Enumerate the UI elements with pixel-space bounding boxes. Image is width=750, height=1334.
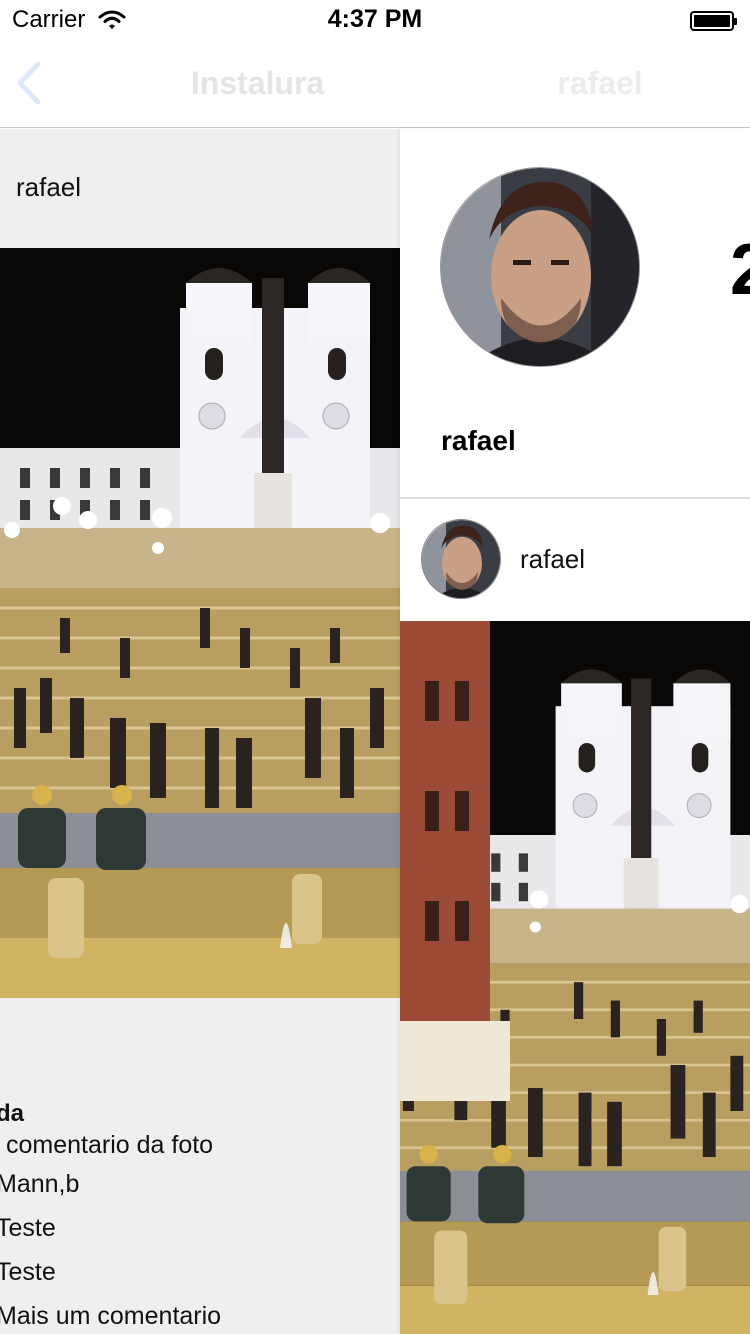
caption-text: comentario da foto bbox=[6, 1131, 214, 1159]
post-photo[interactable] bbox=[0, 248, 400, 998]
comment-item: Teste bbox=[0, 1258, 56, 1286]
post-header-username[interactable]: rafael bbox=[16, 172, 81, 203]
post-caption: da comentario da foto Mann,b Teste Teste… bbox=[0, 1099, 396, 1334]
previous-screen-title: Instalura bbox=[190, 65, 325, 101]
caption-username[interactable]: da bbox=[0, 1099, 396, 1129]
page-title: rafael bbox=[557, 65, 643, 101]
navigation-bar: Instalura rafael bbox=[0, 40, 750, 128]
post-photo[interactable] bbox=[400, 621, 750, 1334]
comment-item: Mais um comentario bbox=[0, 1302, 222, 1330]
profile-screen: 2 rafael rafael bbox=[400, 129, 750, 1334]
posts-count: 2 bbox=[730, 229, 750, 311]
post-username[interactable]: rafael bbox=[520, 544, 585, 575]
clock-label: 4:37 PM bbox=[327, 5, 423, 33]
battery-icon bbox=[690, 11, 737, 31]
avatar[interactable] bbox=[421, 519, 501, 599]
app-screen: Carrier 4:37 PM Instalura rafael rafael bbox=[0, 0, 750, 1334]
feed-screen: rafael da comentario da foto Mann,b Test… bbox=[0, 129, 400, 1334]
chevron-left-icon[interactable] bbox=[14, 60, 44, 111]
comment-item: Teste bbox=[0, 1214, 56, 1242]
profile-avatar[interactable] bbox=[440, 167, 640, 367]
comment-item: Mann,b bbox=[0, 1170, 80, 1198]
profile-name: rafael bbox=[441, 425, 516, 456]
post-header: rafael bbox=[400, 499, 750, 621]
status-bar: Carrier 4:37 PM bbox=[0, 0, 750, 40]
